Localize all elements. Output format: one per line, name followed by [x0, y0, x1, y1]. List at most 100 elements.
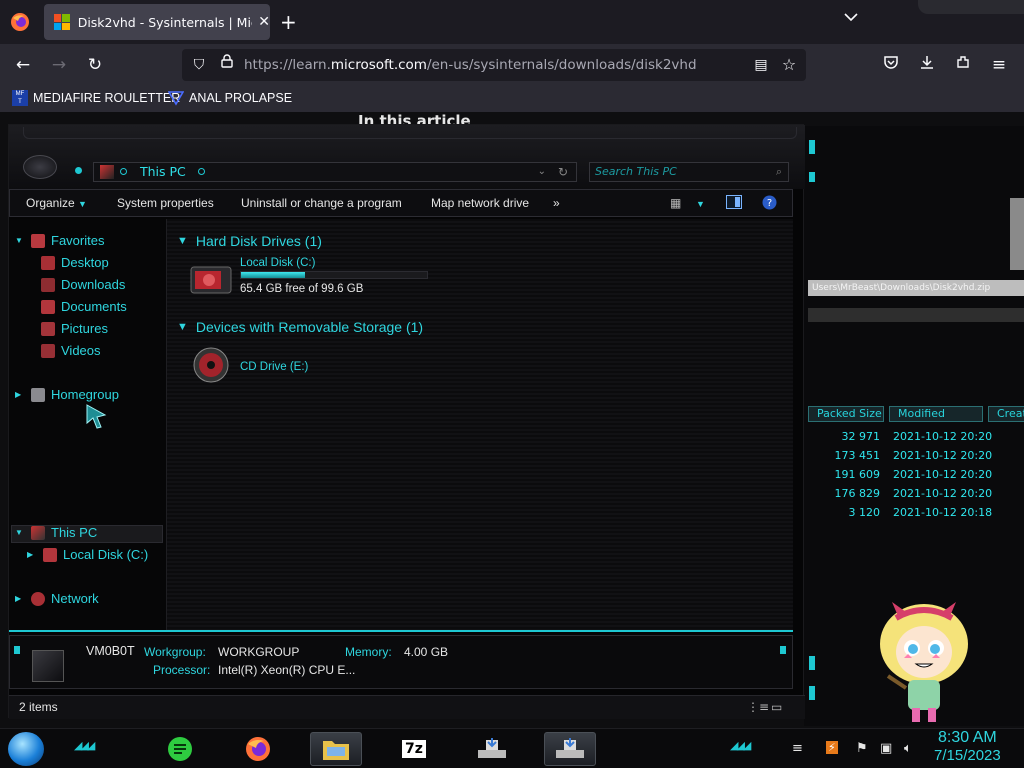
archive-path-bar: Users\MrBeast\Downloads\Disk2vhd.zip — [808, 280, 1024, 296]
address-text: This PC — [140, 164, 186, 179]
workgroup-value: WORKGROUP — [218, 645, 300, 659]
show-hidden-icons-icon[interactable]: ≡ — [792, 741, 803, 756]
chevron-down-icon[interactable] — [844, 10, 858, 26]
view-options-icon[interactable]: ▦ — [670, 196, 681, 210]
packed-size: 191 609 — [834, 468, 881, 481]
lock-icon[interactable] — [216, 54, 238, 76]
computer-icon — [100, 165, 114, 179]
url-bar[interactable]: ⛉ https://learn.microsoft.com/en-us/sysi… — [182, 49, 806, 81]
collapsed-arrow-icon: ▶ — [15, 390, 22, 399]
tray-app-icon[interactable]: ⚡ — [826, 741, 838, 754]
list-item[interactable]: 32 971 2021-10-12 20:20 — [808, 430, 1008, 449]
reader-view-icon[interactable]: ▤ — [750, 54, 772, 76]
system-properties-button[interactable]: System properties — [117, 196, 214, 210]
nav-item-local-disk[interactable]: ▶ Local Disk (C:) — [27, 547, 148, 562]
bookmark-label: MEDIAFIRE ROULETTER — [33, 91, 181, 105]
hamburger-menu-icon[interactable]: ≡ — [988, 54, 1010, 76]
group-header-removable[interactable]: ▼ Devices with Removable Storage (1) — [177, 319, 423, 335]
preview-pane-icon[interactable] — [726, 195, 742, 212]
group-header-hard-disk[interactable]: ▼ Hard Disk Drives (1) — [177, 233, 322, 249]
memory-label: Memory: — [345, 645, 392, 659]
taskbar-disk-tool[interactable] — [466, 732, 518, 766]
back-orb-icon[interactable] — [23, 155, 57, 179]
nav-item-homegroup[interactable]: ▶ Homegroup — [15, 387, 119, 402]
pocket-icon[interactable] — [880, 54, 902, 76]
tiles-view-icon[interactable]: ▭ — [771, 700, 782, 714]
new-tab-icon[interactable]: + — [280, 10, 297, 34]
browser-tab-bar: Disk2vhd - Sysinternals | Microsoft Lear… — [0, 0, 1024, 44]
column-modified[interactable]: Modified — [889, 406, 983, 422]
scrollbar-thumb[interactable] — [1010, 198, 1024, 270]
taskbar-file-explorer[interactable] — [310, 732, 362, 766]
modified-date: 2021-10-12 20:20 — [893, 468, 993, 481]
column-packed-size[interactable]: Packed Size — [808, 406, 884, 422]
search-input[interactable]: Search This PC ⌕ — [589, 162, 789, 182]
nav-item-network[interactable]: ▶ Network — [15, 591, 99, 606]
start-button[interactable] — [8, 732, 44, 766]
homegroup-icon — [31, 387, 45, 402]
frame-accent — [14, 646, 20, 654]
back-arrow-icon[interactable]: ← — [12, 54, 34, 76]
address-bar[interactable]: This PC ⌄ ↻ — [93, 162, 577, 182]
uninstall-program-button[interactable]: Uninstall or change a program — [241, 196, 402, 210]
download-icon[interactable] — [916, 54, 938, 76]
taskbar-disk2vhd[interactable] — [544, 732, 596, 766]
chevron-down-icon: ▼ — [78, 199, 87, 209]
firefox-icon — [246, 737, 270, 761]
nav-item-desktop[interactable]: Desktop — [41, 255, 109, 270]
taskbar-notes-app[interactable] — [154, 732, 206, 766]
nav-item-favorites[interactable]: ▼ Favorites — [15, 233, 104, 248]
nav-item-this-pc[interactable]: ▼ This PC — [15, 525, 97, 540]
nav-item-pictures[interactable]: Pictures — [41, 321, 108, 336]
forward-arrow-icon[interactable]: → — [48, 54, 70, 76]
nav-item-videos[interactable]: Videos — [41, 343, 101, 358]
collapsed-arrow-icon: ▶ — [15, 594, 22, 603]
bookmark-star-icon[interactable]: ☆ — [778, 54, 800, 76]
window-frame-decoration — [23, 127, 797, 139]
list-item[interactable]: 191 609 2021-10-12 20:20 — [808, 468, 1008, 487]
map-network-drive-button[interactable]: Map network drive — [431, 196, 529, 210]
documents-icon — [41, 299, 55, 314]
list-item[interactable]: 3 120 2021-10-12 20:18 — [808, 506, 1008, 525]
collapsed-arrow-icon: ▶ — [27, 550, 34, 559]
search-icon: ⌕ — [775, 165, 782, 178]
taskbar-7zip[interactable]: 7z — [388, 732, 440, 766]
chevron-down-icon[interactable]: ▼ — [696, 199, 705, 209]
computer-name: VM0B0T — [86, 644, 135, 658]
forward-dot-icon[interactable] — [75, 167, 82, 174]
close-tab-icon[interactable]: ✕ — [258, 14, 270, 30]
nav-item-downloads[interactable]: Downloads — [41, 277, 125, 292]
star-icon — [31, 233, 45, 248]
chevron-down-icon[interactable]: ⌄ — [538, 163, 546, 181]
system-clock[interactable]: 8:30 AM 7/15/2023 — [934, 729, 1001, 764]
reload-icon[interactable]: ↻ — [84, 54, 106, 76]
url-text[interactable]: https://learn.microsoft.com/en-us/sysint… — [244, 57, 697, 73]
list-item[interactable]: 173 451 2021-10-12 20:20 — [808, 449, 1008, 468]
more-commands-button[interactable]: » — [553, 196, 560, 210]
tab-disk2vhd[interactable]: Disk2vhd - Sysinternals | Microsoft Lear… — [44, 4, 270, 40]
action-center-flag-icon[interactable]: ⚑ — [856, 741, 868, 756]
refresh-icon[interactable]: ↻ — [558, 163, 568, 181]
organize-button[interactable]: Organize ▼ — [26, 196, 87, 210]
nav-item-documents[interactable]: Documents — [41, 299, 127, 314]
taskbar-firefox[interactable] — [232, 732, 284, 766]
drive-name: Local Disk (C:) — [240, 257, 316, 269]
list-item[interactable]: 176 829 2021-10-12 20:20 — [808, 487, 1008, 506]
bookmark-anal-prolapse[interactable]: ANAL PROLAPSE — [167, 90, 292, 106]
shield-icon[interactable]: ⛉ — [188, 54, 210, 76]
help-icon[interactable]: ? — [762, 195, 777, 213]
network-status-icon[interactable]: ▣ — [880, 741, 892, 756]
divider — [9, 630, 793, 632]
column-created[interactable]: Creat — [988, 406, 1024, 422]
drive-free-space: 65.4 GB free of 99.6 GB — [240, 283, 364, 295]
extensions-icon[interactable] — [952, 54, 974, 76]
firefox-menu-icon[interactable] — [8, 10, 32, 34]
packed-size: 3 120 — [848, 506, 881, 519]
volume-icon[interactable]: 🔈︎ — [904, 741, 912, 756]
details-view-icon[interactable]: ⋮≡ — [747, 700, 769, 714]
chevron-down-icon: ▼ — [177, 321, 188, 333]
modified-date: 2021-10-12 20:20 — [893, 449, 993, 462]
packed-size: 173 451 — [834, 449, 881, 462]
clock-date: 7/15/2023 — [934, 747, 1001, 764]
bookmark-mediafire[interactable]: MF T MEDIAFIRE ROULETTER — [12, 90, 180, 106]
